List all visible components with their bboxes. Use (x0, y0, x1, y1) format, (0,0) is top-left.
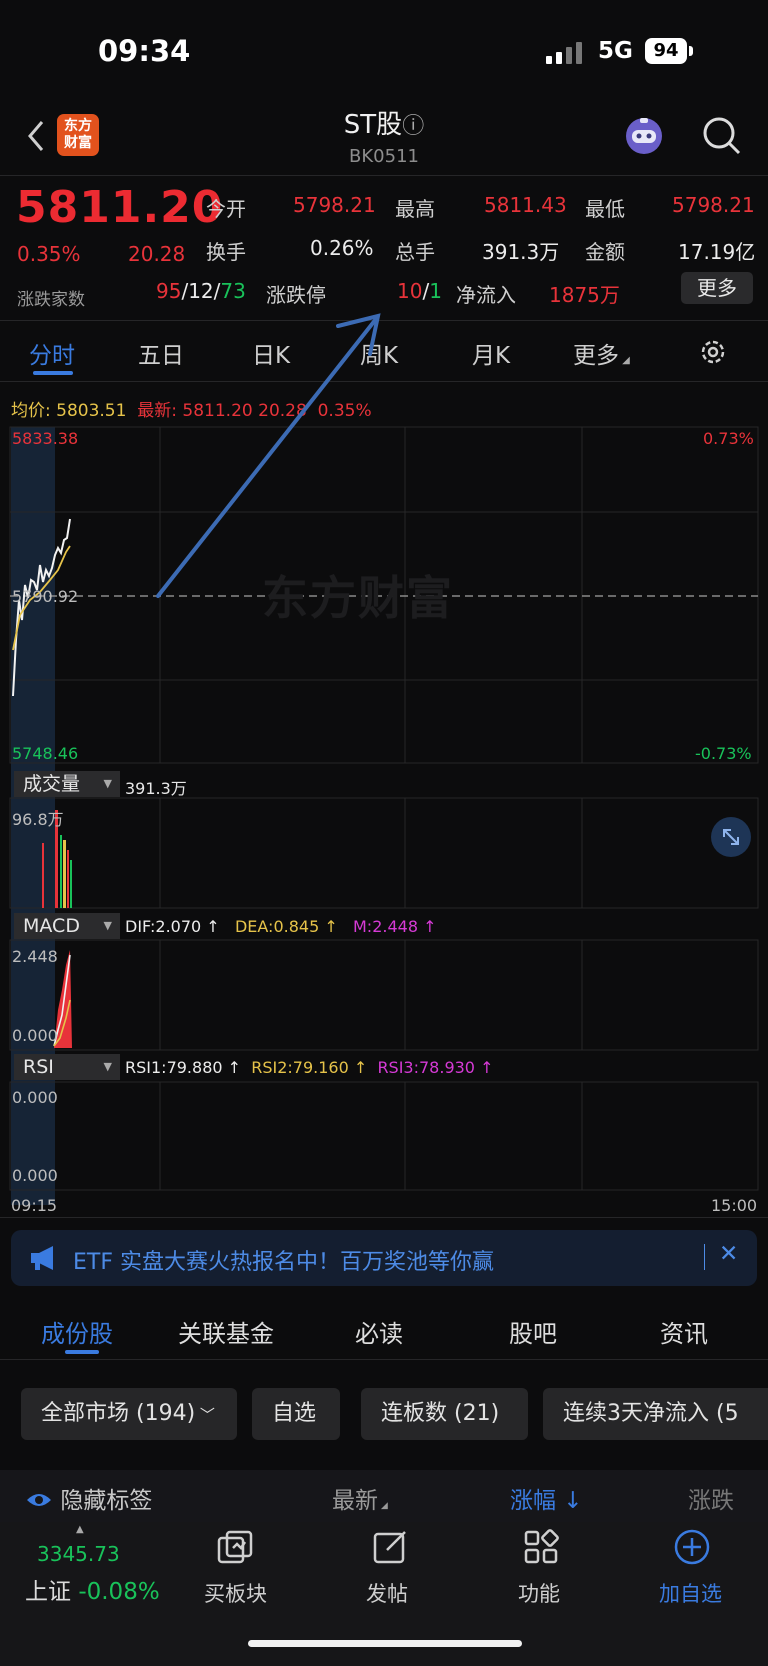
column-latest-label: 最新 (332, 1488, 378, 1514)
index-pct: -0.08% (78, 1579, 160, 1605)
expand-chart-button[interactable] (711, 817, 751, 857)
functions-icon[interactable] (522, 1528, 562, 1568)
tab-related-funds[interactable]: 关联基金 (178, 1314, 274, 1349)
tab-constituents[interactable]: 成份股 (41, 1314, 113, 1349)
eye-icon (27, 1494, 51, 1506)
macd-selector[interactable]: MACD ▼ (14, 913, 120, 939)
pct-axis-top: 0.73% (703, 429, 754, 448)
column-latest[interactable]: 最新 ◢ (332, 1481, 388, 1515)
sort-desc-icon: ↓ (556, 1488, 583, 1514)
megaphone-icon (31, 1246, 53, 1270)
pct-axis-bottom: -0.73% (695, 744, 752, 763)
nav-add-watchlist[interactable]: 加自选 (659, 1578, 722, 1608)
rsi-selector[interactable]: RSI ▼ (14, 1054, 120, 1080)
banner-close-icon[interactable]: ✕ (719, 1241, 738, 1267)
dropdown-caret-icon: ▼ (103, 919, 112, 932)
y-axis-bottom: 5748.46 (12, 744, 79, 763)
y-axis-mid: 5790.92 (12, 587, 79, 606)
rsi-selector-label: RSI (23, 1056, 54, 1078)
time-axis-end: 15:00 (711, 1196, 758, 1215)
rsi1-value: RSI1:79.880 ↑ (125, 1058, 242, 1077)
macd-selector-label: MACD (23, 915, 80, 937)
time-axis-start: 09:15 (11, 1196, 58, 1215)
volume-selector-label: 成交量 (23, 773, 81, 795)
annotation-arrow (156, 313, 381, 598)
rsi-values: RSI1:79.880 ↑ RSI2:79.160 ↑ RSI3:78.930 … (125, 1058, 493, 1077)
filter-all-market[interactable]: 全部市场 (194) ﹀ (21, 1388, 237, 1440)
filter-net-inflow[interactable]: 连续3天净流入 (5 (543, 1388, 768, 1440)
post-icon[interactable] (371, 1528, 411, 1568)
home-indicator[interactable] (248, 1640, 522, 1647)
dropdown-caret-icon: ▼ (103, 1060, 112, 1073)
nav-functions[interactable]: 功能 (518, 1578, 560, 1608)
banner-text: ETF 实盘大赛火热报名中！百万奖池等你赢 (73, 1250, 494, 1275)
rsi2-value: RSI2:79.160 ↑ (251, 1058, 368, 1077)
rsi3-value: RSI3:78.930 ↑ (377, 1058, 494, 1077)
dif-value: DIF:2.070 ↑ (125, 917, 220, 936)
caret-up-icon: ▲ (76, 1524, 84, 1535)
volume-axis-max: 96.8万 (12, 810, 64, 829)
chart-divider (0, 1217, 768, 1218)
volume-total: 391.3万 (125, 779, 187, 798)
column-change-pct-label: 涨幅 (510, 1488, 556, 1514)
hide-tags-label: 隐藏标签 (60, 1488, 153, 1514)
rsi-axis-top: 0.000 (12, 1088, 58, 1107)
buy-block-icon[interactable] (213, 1528, 257, 1568)
m-value: M:2.448 ↑ (353, 917, 437, 936)
y-axis-top: 5833.38 (12, 429, 79, 448)
tab-must-read[interactable]: 必读 (355, 1314, 403, 1349)
filter-all-market-label: 全部市场 (194) (41, 1401, 196, 1426)
chevron-down-icon: ﹀ (195, 1406, 215, 1424)
add-watchlist-icon[interactable] (672, 1527, 712, 1567)
macd-values: DIF:2.070 ↑ DEA:0.845 ↑ M:2.448 ↑ (125, 917, 437, 936)
tab-forum[interactable]: 股吧 (509, 1314, 557, 1349)
filter-limit-up-streak[interactable]: 连板数 (21) (361, 1388, 528, 1440)
hide-tags-toggle[interactable]: 隐藏标签 (25, 1481, 152, 1515)
index-name: 上证 (25, 1579, 71, 1605)
watermark: 东方财富 (262, 571, 454, 625)
bottom-tab-indicator (65, 1350, 99, 1354)
index-value: 3345.73 (37, 1542, 120, 1566)
dropdown-caret-icon: ▼ (103, 777, 112, 790)
rsi-axis-bottom: 0.000 (12, 1166, 58, 1185)
macd-axis-top: 2.448 (12, 947, 58, 966)
column-change-pct[interactable]: 涨幅 ↓ (510, 1481, 583, 1515)
bottom-tabs-divider (0, 1359, 768, 1360)
dea-value: DEA:0.845 ↑ (234, 917, 338, 936)
column-change[interactable]: 涨跌 (688, 1481, 734, 1515)
index-ticker[interactable]: 上证 -0.08% (25, 1572, 160, 1606)
sort-icon: ◢ (378, 1501, 388, 1511)
nav-post[interactable]: 发帖 (366, 1578, 408, 1608)
expand-icon (723, 829, 739, 845)
nav-buy-block[interactable]: 买板块 (204, 1578, 267, 1608)
volume-selector[interactable]: 成交量 ▼ (14, 771, 120, 797)
promo-banner[interactable]: ETF 实盘大赛火热报名中！百万奖池等你赢 ✕ (11, 1230, 757, 1286)
macd-axis-bottom: 0.000 (12, 1026, 58, 1045)
banner-separator (704, 1244, 705, 1270)
tab-news[interactable]: 资讯 (660, 1314, 708, 1349)
filter-watchlist[interactable]: 自选 (252, 1388, 340, 1440)
